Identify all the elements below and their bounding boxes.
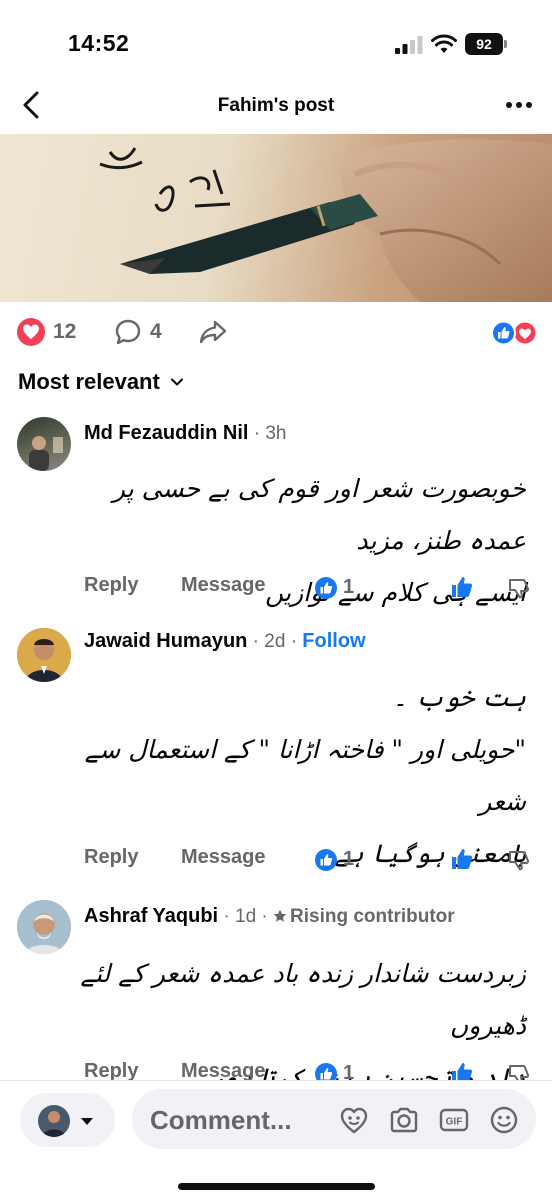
comment-like-badge[interactable]: 1 (315, 848, 354, 871)
comment-like-count: 1 (343, 576, 355, 598)
comment-line: "حویلی اور " فاختہ اڑانا " کے استعمال سے… (84, 735, 526, 816)
comment-header: Ashraf Yaqubi · 1d · Rising contributor (84, 905, 455, 928)
comment-input[interactable]: Comment... GIF (132, 1089, 536, 1149)
comment-header: Jawaid Humayun · 2d · Follow (84, 630, 366, 653)
comment-like-badge[interactable]: 1 (315, 576, 354, 599)
share-icon[interactable] (198, 318, 228, 346)
comment-placeholder: Comment... (150, 1105, 292, 1135)
star-icon (273, 909, 287, 922)
camera-icon[interactable] (388, 1104, 420, 1136)
comment-time: · 3h (248, 423, 287, 444)
like-love-reactions-icon (491, 320, 538, 346)
chevron-down-icon (170, 378, 183, 386)
nav-bar: Fahim's post (0, 80, 552, 132)
gif-icon[interactable]: GIF (438, 1104, 470, 1136)
avatar-photo (29, 436, 63, 471)
status-time: 14:52 (68, 30, 130, 56)
comment-time: · 2d · (247, 631, 303, 652)
battery-icon: 92 (465, 33, 507, 55)
heart-icon (17, 318, 45, 346)
comment-time: · 1d · (218, 906, 274, 927)
page-title: Fahim's post (217, 95, 335, 116)
commenter-name[interactable]: Ashraf Yaqubi (84, 905, 218, 927)
love-reaction[interactable]: 12 (17, 318, 76, 346)
sort-label: Most relevant (18, 369, 160, 394)
comment-like-count: 1 (343, 848, 355, 870)
comment-header: Md Fezauddin Nil · 3h (84, 422, 286, 445)
commenter-name[interactable]: Md Fezauddin Nil (84, 422, 248, 444)
comment-item: Md Fezauddin Nil · 3h خوبصورت شعر اور قو… (0, 415, 552, 615)
pen-writing-illustration (99, 139, 552, 302)
comment-action[interactable]: 4 (114, 318, 162, 346)
avatar-photo (38, 1105, 70, 1137)
sort-dropdown[interactable]: Most relevant (18, 367, 184, 397)
status-bar: 14:52 92 (0, 0, 552, 88)
wifi-icon (431, 34, 457, 53)
avatar[interactable] (17, 628, 71, 682)
avatar-photo (17, 628, 71, 682)
comment-composer: Comment... GIF (0, 1080, 552, 1200)
badge-label: Rising contributor (290, 906, 455, 927)
avatar-photo (17, 900, 71, 954)
message-button[interactable]: Message (181, 846, 266, 869)
thumbs-down-icon[interactable] (507, 576, 531, 600)
post-image[interactable] (0, 134, 552, 302)
thumbs-up-icon[interactable] (450, 847, 474, 871)
commenter-name[interactable]: Jawaid Humayun (84, 630, 247, 652)
identity-switcher[interactable] (20, 1093, 115, 1147)
avatar[interactable] (17, 900, 71, 954)
comment-item: Ashraf Yaqubi · 1d · Rising contributor … (0, 898, 552, 1092)
love-count: 12 (53, 320, 77, 343)
thumbs-down-icon[interactable] (507, 848, 531, 872)
comment-count: 4 (150, 320, 162, 343)
rising-contributor-badge: Rising contributor (273, 906, 455, 927)
caret-down-icon (81, 1118, 93, 1125)
svg-text:GIF: GIF (446, 1117, 463, 1128)
comment-line: ہت خوب ۔ (392, 683, 526, 712)
comment-bubble-icon (115, 319, 141, 345)
comment-actions: Reply Message 1 (84, 574, 544, 604)
avatar[interactable] (17, 417, 71, 471)
cellular-signal-icon (395, 36, 423, 54)
reaction-bar: 12 4 (0, 306, 552, 360)
comment-actions: Reply Message 1 (84, 846, 544, 876)
message-button[interactable]: Message (181, 574, 266, 597)
comment-item: Jawaid Humayun · 2d · Follow ہت خوب ۔ "ح… (0, 628, 552, 878)
thumbs-up-icon[interactable] (450, 575, 474, 599)
more-options-icon[interactable] (504, 93, 534, 117)
emoji-icon[interactable] (488, 1104, 520, 1136)
follow-button[interactable]: Follow (302, 630, 365, 652)
reply-button[interactable]: Reply (84, 846, 138, 869)
reply-button[interactable]: Reply (84, 574, 138, 597)
reaction-summary[interactable] (491, 320, 538, 346)
home-indicator (178, 1183, 375, 1190)
comment-line: خوبصورت شعر اور قوم کی بے حسی پر عمدہ طن… (112, 474, 526, 555)
comment-line: زبردست شاندار زندہ باد عمدہ شعر کے لئے ڈ… (80, 959, 526, 1040)
my-avatar (38, 1105, 70, 1137)
like-badge-icon (315, 848, 337, 871)
like-badge-icon (315, 576, 337, 599)
avatar-sticker-icon[interactable] (338, 1104, 370, 1136)
